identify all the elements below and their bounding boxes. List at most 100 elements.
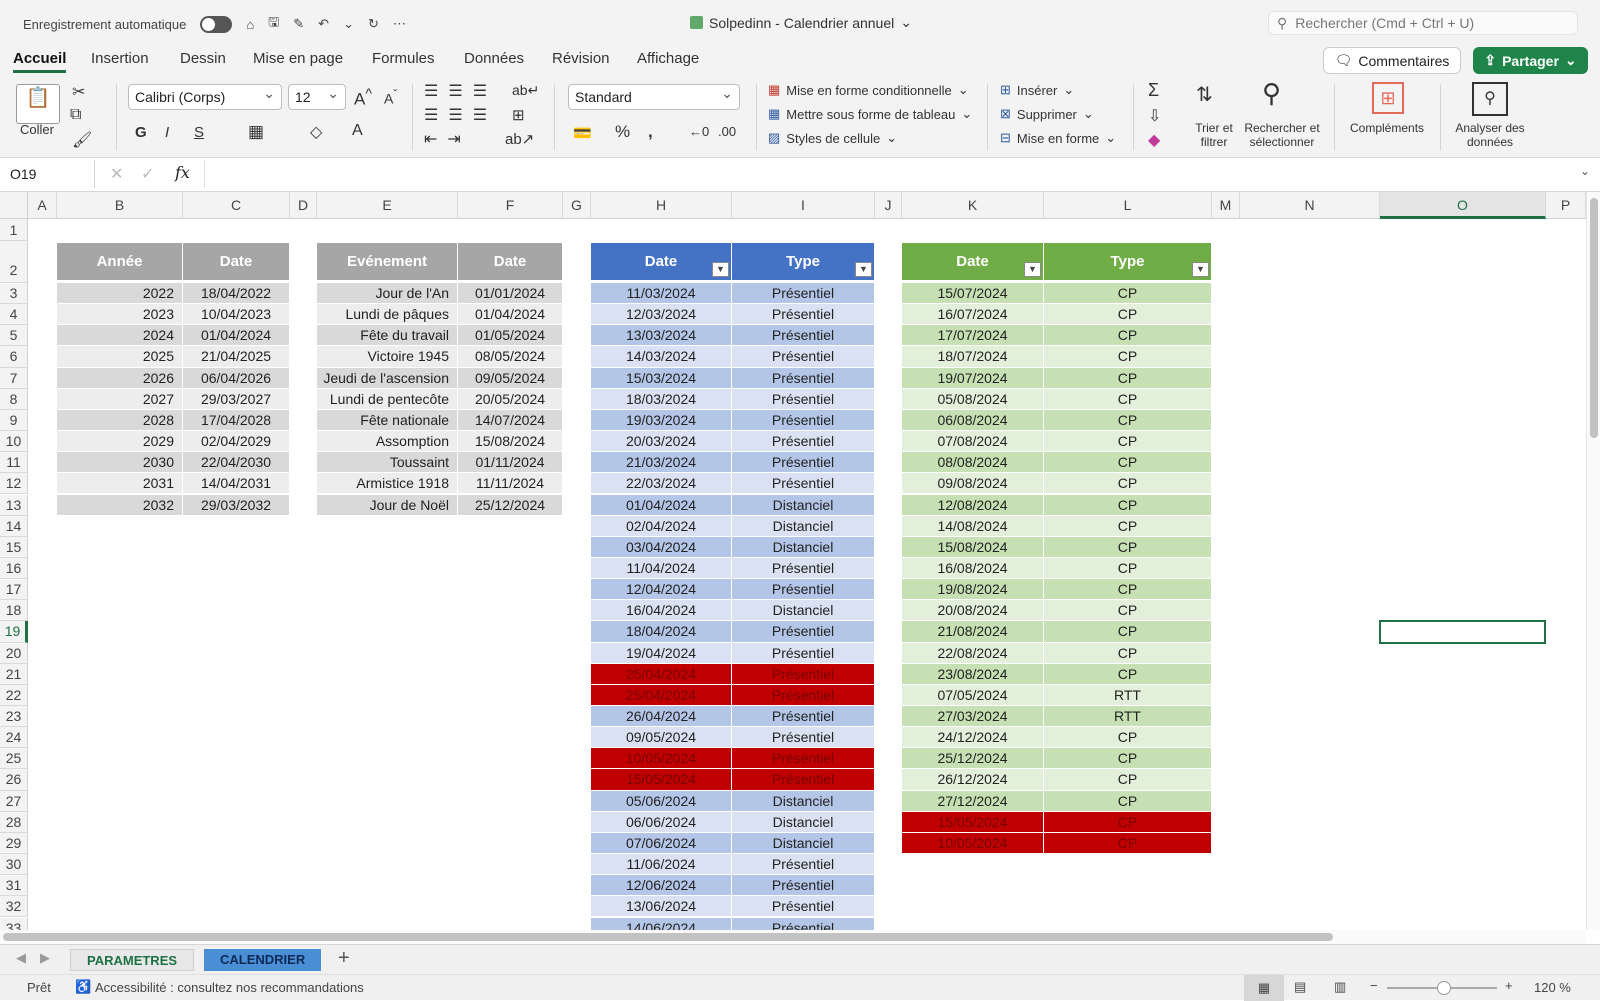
comments-button[interactable]: 🗨 Commentaires: [1323, 47, 1461, 74]
column-header-a[interactable]: A: [28, 192, 57, 219]
redo-icon[interactable]: ↻: [368, 16, 379, 32]
row-header-10[interactable]: 10: [0, 431, 28, 453]
leave-header-1[interactable]: Date ▼: [902, 243, 1044, 281]
leave-cell[interactable]: 07/05/2024: [902, 684, 1044, 706]
work-cell[interactable]: Présentiel: [732, 283, 875, 305]
work-cell[interactable]: Distanciel: [732, 600, 875, 622]
row-header-6[interactable]: 6: [0, 346, 28, 368]
paste-label[interactable]: Coller: [20, 122, 54, 137]
leave-cell[interactable]: 27/12/2024: [902, 790, 1044, 812]
percent-icon[interactable]: %: [615, 122, 630, 142]
work-cell[interactable]: 12/03/2024: [591, 304, 732, 326]
indent-icons[interactable]: ⇤⇥: [424, 128, 471, 152]
work-cell[interactable]: 11/03/2024: [591, 283, 732, 305]
sheet-tab-parametres[interactable]: PARAMETRES: [70, 949, 195, 971]
leave-cell[interactable]: 10/05/2024: [902, 832, 1044, 855]
row-header-21[interactable]: 21: [0, 663, 28, 685]
work-cell[interactable]: 14/03/2024: [591, 346, 732, 368]
work-cell[interactable]: Présentiel: [732, 431, 875, 453]
leave-cell[interactable]: 19/07/2024: [902, 367, 1044, 389]
work-cell[interactable]: Présentiel: [732, 325, 875, 347]
easter-cell[interactable]: 29/03/2032: [183, 494, 290, 516]
work-cell[interactable]: 13/06/2024: [591, 896, 732, 918]
conditional-format-button[interactable]: ▦ Mise en forme conditionnelle ⌄: [768, 82, 969, 98]
row-header-5[interactable]: 5: [0, 325, 28, 347]
sort-filter-label[interactable]: Trier et filtrer: [1190, 121, 1238, 149]
leave-cell[interactable]: CP: [1044, 579, 1212, 601]
leave-cell[interactable]: CP: [1044, 600, 1212, 622]
easter-cell[interactable]: 2028: [57, 409, 183, 432]
row-header-1[interactable]: 1: [0, 219, 28, 241]
leave-cell[interactable]: CP: [1044, 748, 1212, 770]
work-cell[interactable]: Présentiel: [732, 854, 875, 876]
row-header-3[interactable]: 3: [0, 283, 28, 305]
row-header-8[interactable]: 8: [0, 388, 28, 410]
leave-cell[interactable]: CP: [1044, 536, 1212, 558]
work-cell[interactable]: 01/04/2024: [591, 494, 732, 516]
easter-cell[interactable]: 2029: [57, 431, 183, 453]
easter-cell[interactable]: 10/04/2023: [183, 304, 290, 326]
page-layout-view-icon[interactable]: ▤: [1294, 979, 1306, 995]
leave-cell[interactable]: 25/12/2024: [902, 748, 1044, 770]
row-header-28[interactable]: 28: [0, 811, 28, 833]
easter-cell[interactable]: 2031: [57, 473, 183, 495]
work-cell[interactable]: Distanciel: [732, 832, 875, 855]
vertical-scroll-thumb[interactable]: [1590, 198, 1598, 438]
accessibility-status[interactable]: Accessibilité : consultez nos recommanda…: [95, 980, 364, 995]
font-color-icon[interactable]: A: [352, 122, 363, 140]
leave-cell[interactable]: CP: [1044, 494, 1212, 516]
column-header-p[interactable]: P: [1546, 192, 1586, 219]
row-header-4[interactable]: 4: [0, 304, 28, 326]
easter-cell[interactable]: 22/04/2030: [183, 452, 290, 474]
holiday-header-1[interactable]: Evénement: [317, 243, 458, 281]
easter-cell[interactable]: 06/04/2026: [183, 367, 290, 389]
cancel-icon[interactable]: ✕: [110, 164, 123, 184]
scroll-left-icon[interactable]: ◀: [16, 950, 26, 966]
holiday-cell[interactable]: Armistice 1918: [317, 473, 458, 495]
row-header-12[interactable]: 12: [0, 473, 28, 495]
easter-cell[interactable]: 14/04/2031: [183, 473, 290, 495]
analyze-data-icon[interactable]: ⚲: [1472, 82, 1508, 116]
decrease-decimal-icon[interactable]: .00: [718, 124, 736, 139]
holiday-cell[interactable]: Victoire 1945: [317, 346, 458, 368]
format-cells-button[interactable]: ⊟ Mise en forme ⌄: [1000, 130, 1116, 146]
holiday-cell[interactable]: 14/07/2024: [458, 409, 563, 432]
search-input[interactable]: ⚲ Rechercher (Cmd + Ctrl + U): [1268, 11, 1578, 35]
addins-icon[interactable]: ⊞: [1372, 82, 1404, 114]
filter-dropdown-icon[interactable]: ▼: [855, 262, 872, 277]
work-cell[interactable]: Présentiel: [732, 706, 875, 728]
work-header-2[interactable]: Type ▼: [732, 243, 875, 281]
work-cell[interactable]: Présentiel: [732, 579, 875, 601]
work-cell[interactable]: Présentiel: [732, 748, 875, 770]
leave-cell[interactable]: 05/08/2024: [902, 388, 1044, 410]
horizontal-scrollbar[interactable]: [0, 930, 1586, 944]
leave-cell[interactable]: CP: [1044, 283, 1212, 305]
undo-icon[interactable]: ↶: [318, 16, 329, 32]
holiday-cell[interactable]: Assomption: [317, 431, 458, 453]
cut-icon[interactable]: ✂: [72, 82, 85, 102]
leave-cell[interactable]: CP: [1044, 367, 1212, 389]
holiday-cell[interactable]: Toussaint: [317, 452, 458, 474]
holiday-cell[interactable]: 01/04/2024: [458, 304, 563, 326]
delete-cells-button[interactable]: ⊠ Supprimer ⌄: [1000, 106, 1094, 122]
leave-cell[interactable]: 27/03/2024: [902, 706, 1044, 728]
leave-cell[interactable]: CP: [1044, 473, 1212, 495]
work-cell[interactable]: Présentiel: [732, 409, 875, 432]
tab-donnees[interactable]: Données: [464, 50, 524, 67]
leave-cell[interactable]: CP: [1044, 431, 1212, 453]
row-header-11[interactable]: 11: [0, 452, 28, 474]
work-cell[interactable]: Présentiel: [732, 875, 875, 897]
horizontal-scroll-thumb[interactable]: [3, 933, 1333, 941]
share-button[interactable]: ⇪ Partager ⌄: [1473, 47, 1588, 74]
work-cell[interactable]: 05/06/2024: [591, 790, 732, 812]
increase-decimal-icon[interactable]: ←0: [689, 124, 709, 139]
row-header-22[interactable]: 22: [0, 684, 28, 706]
work-cell[interactable]: 18/04/2024: [591, 621, 732, 643]
leave-cell[interactable]: 18/07/2024: [902, 346, 1044, 368]
leave-cell[interactable]: 14/08/2024: [902, 515, 1044, 537]
easter-cell[interactable]: 17/04/2028: [183, 409, 290, 432]
leave-cell[interactable]: CP: [1044, 388, 1212, 410]
row-header-24[interactable]: 24: [0, 727, 28, 749]
currency-icon[interactable]: 💳: [573, 124, 592, 142]
leave-cell[interactable]: CP: [1044, 557, 1212, 580]
